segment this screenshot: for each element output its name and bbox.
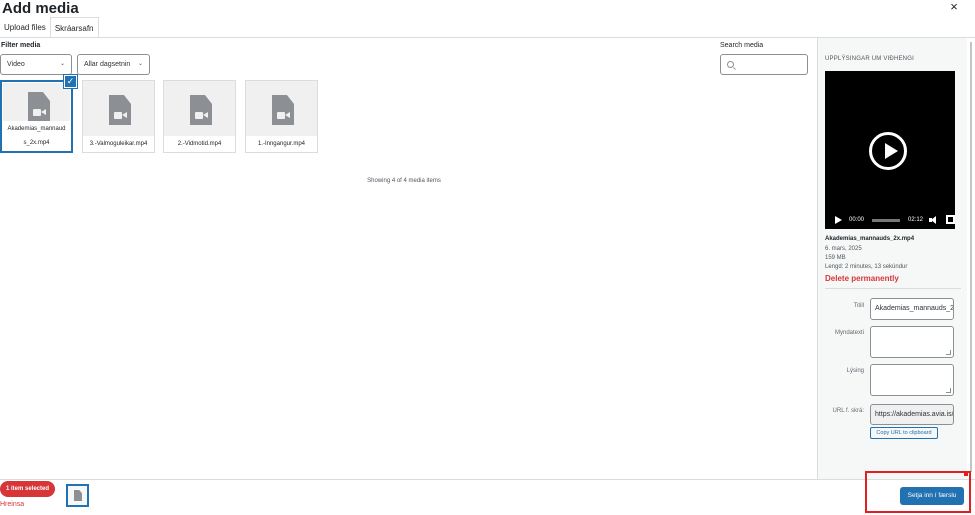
chevron-down-icon: ⌄ (59, 61, 65, 67)
highlight-corner-marker (964, 472, 968, 476)
video-file-icon (272, 95, 294, 125)
caption-label: Myndatexti (834, 330, 864, 336)
filter-media-label: Filter media (1, 42, 41, 49)
sidebar-scrollbar[interactable] (967, 38, 975, 479)
media-item-filename: 2.-Vidmotid.mp4 (164, 136, 235, 152)
copy-url-button[interactable]: Copy URL to clipboard (870, 427, 938, 439)
media-item[interactable]: 2.-Vidmotid.mp4 (163, 80, 236, 153)
selected-media-thumbnail[interactable] (66, 484, 89, 507)
media-item-selected[interactable]: Akademias_mannaud s_2x.mp4 (0, 80, 73, 153)
search-input[interactable] (720, 54, 808, 75)
description-textarea[interactable] (870, 364, 954, 396)
video-player[interactable]: 00:00 02:12 (825, 71, 955, 229)
tab-bar: Upload files Skráarsafn (0, 17, 99, 38)
description-label: Lýsing (846, 368, 864, 374)
modal-title: Add media (2, 0, 79, 17)
date-filter-value: Allar dagsetnin (84, 61, 131, 68)
tab-media-library[interactable]: Skráarsafn (49, 17, 99, 38)
detail-filename: Akademias_mannauds_2x.mp4 (825, 236, 915, 242)
insert-into-post-button[interactable]: Setja inn í færslu (900, 487, 964, 505)
selected-count-badge: 1 item selected (0, 481, 55, 497)
duration: 02:12 (908, 217, 924, 223)
media-count-text: Showing 4 of 4 media items (367, 178, 441, 184)
current-time: 00:00 (849, 217, 865, 223)
file-url-label: URL f. skrá: (832, 408, 864, 414)
delete-permanently-link[interactable]: Delete permanently (825, 274, 899, 283)
video-file-icon (74, 490, 82, 501)
media-item-filename: 3.-Valmoguleikar.mp4 (83, 136, 154, 152)
volume-icon[interactable] (929, 216, 938, 224)
title-label: Titill (853, 303, 864, 309)
media-item[interactable]: 3.-Valmoguleikar.mp4 (82, 80, 155, 153)
video-file-icon (190, 95, 212, 125)
video-file-icon (109, 95, 131, 125)
attachment-details-heading: UPPLÝSINGAR UM VIÐHENGI (825, 56, 914, 62)
search-media-label: Search media (720, 42, 764, 49)
checkmark-icon[interactable]: ✓ (64, 75, 77, 88)
play-button[interactable] (835, 216, 842, 224)
search-icon (727, 61, 734, 68)
clear-selection-link[interactable]: Hreinsa (0, 501, 24, 508)
play-icon[interactable] (869, 132, 907, 170)
modal-footer (0, 479, 975, 515)
chevron-down-icon: ⌄ (137, 61, 143, 67)
media-item[interactable]: 1.-Inngangur.mp4 (245, 80, 318, 153)
close-icon[interactable]: × (945, 0, 963, 14)
media-type-select[interactable]: Video ⌄ (0, 54, 72, 75)
title-input[interactable]: Akademias_mannauds_2x (870, 298, 954, 320)
detail-size: 159 MB (825, 255, 846, 261)
media-item-filename: 1.-Inngangur.mp4 (246, 136, 317, 152)
media-type-value: Video (7, 61, 25, 68)
tab-upload-files[interactable]: Upload files (0, 17, 50, 38)
details-divider (825, 288, 961, 289)
fullscreen-icon[interactable] (946, 215, 955, 224)
file-url-input[interactable]: https://akademias.avia.is/ (870, 404, 954, 425)
media-item-filename: Akademias_mannaud s_2x.mp4 (2, 121, 71, 151)
date-filter-select[interactable]: Allar dagsetnin ⌄ (77, 54, 150, 75)
detail-length: Lengd: 2 minutes, 13 sekúndur (825, 264, 908, 270)
detail-date: 6. mars, 2025 (825, 246, 862, 252)
progress-bar[interactable] (872, 219, 900, 222)
caption-textarea[interactable] (870, 326, 954, 358)
video-file-icon (28, 92, 50, 122)
